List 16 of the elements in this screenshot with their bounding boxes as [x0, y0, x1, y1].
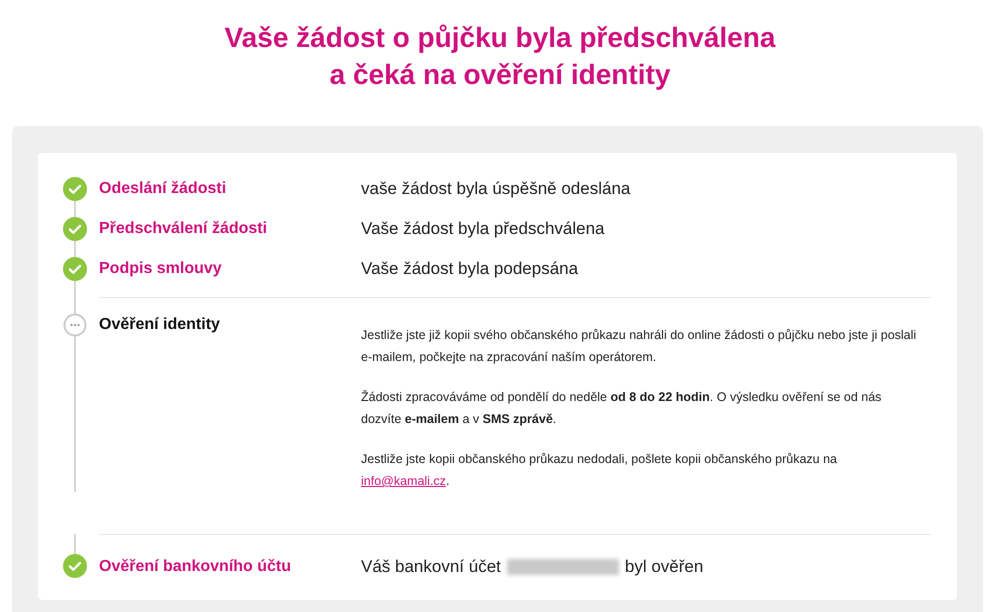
- page-title: a čeká na ověření identity: [330, 58, 670, 92]
- step-message: Vaše žádost byla podepsána: [361, 258, 578, 280]
- page-title: Vaše žádost o půjčku byla předschválena: [224, 21, 776, 55]
- email-link[interactable]: info@kamali.cz: [361, 474, 446, 488]
- step-message: Vaše žádost byla předschválena: [361, 218, 605, 240]
- step-label: Odeslání žádosti: [99, 179, 228, 199]
- step-message: byl ověřen: [624, 556, 704, 578]
- step-label: Ověření bankovního účtu: [99, 557, 292, 577]
- step-label: Podpis smlouvy: [99, 259, 223, 279]
- info-paragraph: Jestliže jste již kopii svého občanského průkazu nahráli do online žádosti o půjčku nebo jste ji poslali e-mailem, počkejte na zpracování naším operátorem.: [361, 327, 918, 366]
- step-message: Váš bankovní účet: [361, 556, 501, 578]
- step-label: Předschválení žádosti: [99, 219, 268, 239]
- step-message: vaše žádost byla úspěšně odeslána: [361, 178, 630, 200]
- step-label: Ověření identity: [99, 315, 221, 335]
- info-paragraph: Žádosti zpracováváme od pondělí do neděle od 8 do 22 hodin. O výsledku ověření se od nás dozvíte e-mailem a v SMS zprávě.: [361, 389, 882, 428]
- info-paragraph: Jestliže jste kopii občanského průkazu nedodali, pošlete kopii občanského průkazu na info@kamali.cz.: [361, 451, 838, 490]
